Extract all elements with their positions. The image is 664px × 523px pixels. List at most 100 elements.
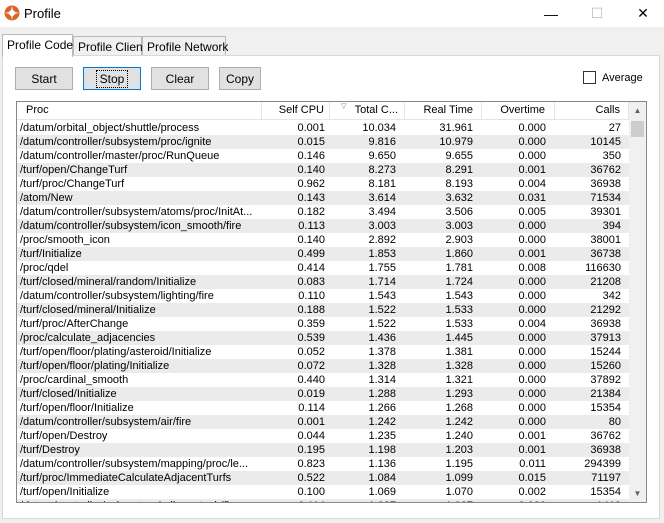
- column-header-total-cpu[interactable]: ▽ Total C...: [330, 102, 405, 120]
- overtime-cell: 0.011: [519, 458, 546, 470]
- column-header-proc[interactable]: Proc: [17, 102, 262, 120]
- table-row[interactable]: /turf/Destroy 0.195 1.198 1.203 0.001 36938: [17, 443, 629, 457]
- average-label: Average: [602, 71, 643, 84]
- average-checkbox[interactable]: [583, 71, 596, 84]
- copy-button[interactable]: Copy: [219, 67, 261, 90]
- table-row[interactable]: /datum/controller/subsystem/icon_smooth/…: [17, 219, 629, 233]
- table-row[interactable]: /datum/controller/subsystem/air/fire 0.00…: [17, 415, 629, 429]
- real-time-cell: 9.655: [445, 150, 473, 162]
- tab-profile-network[interactable]: Profile Network: [142, 36, 228, 56]
- scrollbar-thumb[interactable]: [631, 121, 644, 137]
- real-time-cell: 1.268: [445, 402, 473, 414]
- start-button[interactable]: Start: [15, 67, 73, 90]
- table-row[interactable]: /turf/proc/ChangeTurf 0.962 8.181 8.193 0.00…: [17, 177, 629, 191]
- total-cpu-cell: 1.755: [368, 262, 396, 274]
- table-row[interactable]: /turf/open/floor/plating/Initialize 0.072…: [17, 359, 629, 373]
- calls-cell: 36762: [590, 430, 621, 442]
- proc-cell: /datum/controller/subsystem/lighting/fir…: [20, 290, 214, 302]
- total-cpu-cell: 1.198: [368, 444, 396, 456]
- table-row[interactable]: /proc/cardinal_smooth 0.440 1.314 1.321 0.00…: [17, 373, 629, 387]
- maximize-button[interactable]: ☐: [574, 0, 620, 27]
- table-row[interactable]: /turf/open/Initialize 0.100 1.069 1.070 0.00…: [17, 485, 629, 499]
- table-row[interactable]: /turf/proc/AfterChange 0.359 1.522 1.533 0.0…: [17, 317, 629, 331]
- real-time-cell: 1.240: [445, 430, 473, 442]
- table-row[interactable]: /proc/smooth_icon 0.140 2.892 2.903 0.000 380…: [17, 233, 629, 247]
- self-cpu-cell: 0.052: [297, 346, 325, 358]
- tab-profile-code[interactable]: Profile Code: [2, 34, 73, 57]
- real-time-cell: 8.193: [445, 178, 473, 190]
- clear-button[interactable]: Clear: [151, 67, 209, 90]
- table-row[interactable]: /datum/controller/subsystem/adjacent_air…: [17, 499, 629, 502]
- proc-cell: /turf/open/ChangeTurf: [20, 164, 128, 176]
- column-header-calls[interactable]: Calls: [555, 102, 629, 120]
- overtime-cell: 0.031: [518, 192, 546, 204]
- vertical-scrollbar[interactable]: ▲ ▼: [629, 102, 646, 502]
- real-time-cell: 1.533: [445, 318, 473, 330]
- total-cpu-cell: 1.314: [368, 374, 396, 386]
- calls-cell: 394: [602, 220, 621, 232]
- real-time-cell: 1.242: [445, 416, 473, 428]
- real-time-cell: 1.328: [445, 360, 473, 372]
- minimize-button[interactable]: —: [528, 0, 574, 27]
- self-cpu-cell: 0.195: [297, 444, 325, 456]
- profile-list[interactable]: Proc Self CPU ▽ Total C... Real Time Ove…: [16, 101, 647, 503]
- table-row[interactable]: /datum/controller/subsystem/proc/ignite 0…: [17, 135, 629, 149]
- total-cpu-cell: 3.494: [368, 206, 396, 218]
- overtime-cell: 0.005: [518, 206, 546, 218]
- table-row[interactable]: /turf/open/floor/plating/asteroid/Initia…: [17, 345, 629, 359]
- proc-cell: /turf/closed/mineral/random/Initialize: [20, 276, 197, 288]
- overtime-cell: 0.008: [518, 262, 546, 274]
- real-time-cell: 1.445: [445, 332, 473, 344]
- self-cpu-cell: 0.100: [297, 486, 325, 498]
- table-row[interactable]: /turf/closed/Initialize 0.019 1.288 1.293 0.…: [17, 387, 629, 401]
- proc-cell: /atom/New: [20, 192, 73, 204]
- profile-code-panel: Start Stop Clear Copy Average Proc Self …: [2, 55, 660, 519]
- calls-cell: 21208: [590, 276, 621, 288]
- table-row[interactable]: /datum/controller/master/proc/RunQueue 0.…: [17, 149, 629, 163]
- overtime-cell: 0.001: [518, 164, 546, 176]
- proc-cell: /turf/open/Destroy: [20, 430, 108, 442]
- total-cpu-cell: 1.136: [368, 458, 396, 470]
- overtime-cell: 0.001: [518, 248, 546, 260]
- close-button[interactable]: ✕: [620, 0, 664, 27]
- column-header-overtime[interactable]: Overtime: [482, 102, 555, 120]
- overtime-cell: 0.000: [518, 276, 546, 288]
- calls-cell: 36938: [590, 318, 621, 330]
- table-row[interactable]: /atom/New 0.143 3.614 3.632 0.031 71534: [17, 191, 629, 205]
- overtime-cell: 0.000: [518, 122, 546, 134]
- real-time-cell: 1.099: [445, 472, 473, 484]
- tab-profile-client[interactable]: Profile Client: [73, 36, 146, 56]
- table-row[interactable]: /proc/calculate_adjacencies 0.539 1.436 1.4…: [17, 331, 629, 345]
- table-row[interactable]: /turf/open/ChangeTurf 0.140 8.273 8.291 0.00…: [17, 163, 629, 177]
- proc-cell: /datum/controller/subsystem/icon_smooth/…: [20, 220, 242, 232]
- scroll-down-icon[interactable]: ▼: [629, 485, 646, 502]
- average-option[interactable]: Average: [583, 71, 643, 84]
- real-time-cell: 1.321: [445, 374, 473, 386]
- table-row[interactable]: /datum/controller/subsystem/mapping/proc…: [17, 457, 629, 471]
- proc-cell: /datum/controller/subsystem/atoms/proc/I…: [20, 206, 253, 218]
- overtime-cell: 0.000: [518, 136, 546, 148]
- column-header-self-cpu[interactable]: Self CPU: [262, 102, 330, 120]
- table-row[interactable]: /turf/open/floor/Initialize 0.114 1.266 1.2…: [17, 401, 629, 415]
- table-row[interactable]: /datum/controller/subsystem/atoms/proc/I…: [17, 205, 629, 219]
- total-cpu-cell: 3.003: [368, 220, 396, 232]
- table-row[interactable]: /datum/orbital_object/shuttle/process 0.0…: [17, 121, 629, 135]
- table-row[interactable]: /turf/proc/ImmediateCalculateAdjacentTur…: [17, 471, 629, 485]
- table-row[interactable]: /turf/closed/mineral/Initialize 0.188 1.52…: [17, 303, 629, 317]
- real-time-cell: 1.381: [445, 346, 473, 358]
- table-row[interactable]: /turf/closed/mineral/random/Initialize 0.…: [17, 275, 629, 289]
- calls-cell: 21384: [590, 388, 621, 400]
- table-row[interactable]: /datum/controller/subsystem/lighting/fir…: [17, 289, 629, 303]
- stop-button[interactable]: Stop: [83, 67, 141, 90]
- table-row[interactable]: /turf/Initialize 0.499 1.853 1.860 0.001 3673…: [17, 247, 629, 261]
- calls-cell: 71197: [591, 472, 621, 484]
- total-cpu-cell: 1.027: [330, 499, 396, 502]
- table-row[interactable]: /proc/qdel 0.414 1.755 1.781 0.008 116630: [17, 261, 629, 275]
- table-row[interactable]: /turf/open/Destroy 0.044 1.235 1.240 0.001 36…: [17, 429, 629, 443]
- overtime-cell: 0.000: [482, 499, 546, 502]
- column-header-real-time[interactable]: Real Time: [405, 102, 482, 120]
- total-cpu-cell: 1.266: [368, 402, 396, 414]
- scroll-up-icon[interactable]: ▲: [629, 102, 646, 119]
- calls-cell: 38001: [590, 234, 621, 246]
- proc-cell: /datum/orbital_object/shuttle/process: [20, 122, 200, 134]
